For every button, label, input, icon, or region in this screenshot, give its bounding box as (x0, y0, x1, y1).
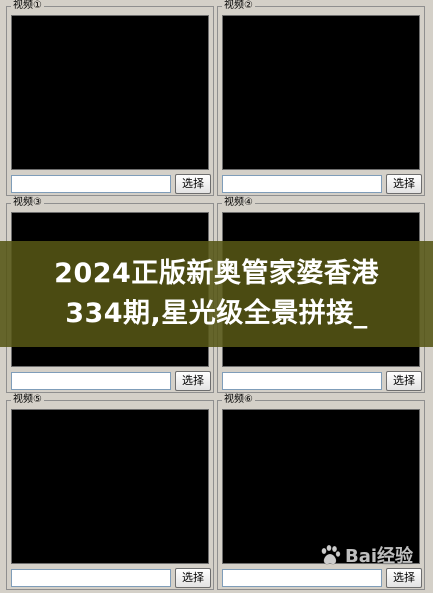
select-button[interactable]: 选择 (386, 568, 422, 588)
video-panel-5: 视频⑤ 选择 (6, 394, 214, 590)
video-display (222, 15, 420, 170)
video-panel-label: 视频① (11, 0, 44, 12)
select-button[interactable]: 选择 (175, 371, 211, 391)
watermark: Bai经验 (318, 540, 413, 570)
banner-title-line-1: 2024正版新奥管家婆香港 (54, 258, 379, 289)
baidu-paw-icon (321, 544, 341, 565)
video-panel-1: 视频① 选择 (6, 0, 214, 196)
video-display (11, 409, 209, 564)
video-path-input[interactable] (11, 175, 171, 193)
video-path-input[interactable] (11, 569, 171, 587)
video-display (11, 15, 209, 170)
video-path-input[interactable] (222, 372, 382, 390)
video-panel-label: 视频④ (222, 197, 255, 209)
video-panel-label: 视频② (222, 0, 255, 12)
video-panel-2: 视频② 选择 (217, 0, 425, 196)
title-banner: 2024正版新奥管家婆香港 334期,星光级全景拼接_ (0, 241, 433, 347)
video-path-input[interactable] (222, 569, 382, 587)
video-path-input[interactable] (11, 372, 171, 390)
video-path-input[interactable] (222, 175, 382, 193)
select-button[interactable]: 选择 (175, 568, 211, 588)
video-panel-label: 视频⑥ (222, 394, 255, 406)
select-button[interactable]: 选择 (386, 371, 422, 391)
video-panel-label: 视频③ (11, 197, 44, 209)
watermark-text: Bai经验 (345, 546, 414, 567)
select-button[interactable]: 选择 (386, 174, 422, 194)
select-button[interactable]: 选择 (175, 174, 211, 194)
video-panel-label: 视频⑤ (11, 394, 44, 406)
banner-title-line-2: 334期,星光级全景拼接_ (65, 298, 368, 329)
